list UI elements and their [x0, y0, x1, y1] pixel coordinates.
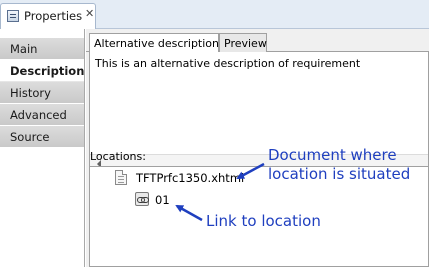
- description-tabs: Alternative description: Preview: [86, 32, 429, 54]
- properties-view-tab[interactable]: Properties ✕: [0, 3, 96, 30]
- sidebar-item-main[interactable]: Main: [0, 38, 84, 60]
- sidebar-item-label: Description: [10, 64, 85, 78]
- document-name: TFTPrfc1350.xhtml: [136, 171, 245, 185]
- document-icon: [115, 170, 127, 185]
- tab-label: Preview: [224, 37, 267, 50]
- sidebar-item-history[interactable]: History: [0, 82, 84, 104]
- tab-preview[interactable]: Preview: [219, 33, 267, 53]
- property-categories: Main Description History Advanced Source: [0, 29, 85, 267]
- sidebar-item-advanced[interactable]: Advanced: [0, 104, 84, 126]
- document-callout: Document where location is situated: [268, 146, 410, 184]
- document-callout-line2: location is situated: [268, 165, 411, 183]
- sidebar-item-label: Source: [10, 130, 50, 144]
- view-tab-bar: Properties ✕: [0, 0, 429, 30]
- locations-label: Locations:: [90, 150, 146, 163]
- description-text: This is an alternative description of re…: [95, 57, 361, 70]
- sidebar-item-label: Main: [10, 42, 38, 56]
- sidebar-item-description[interactable]: Description: [0, 60, 84, 82]
- sidebar-item-source[interactable]: Source: [0, 126, 84, 148]
- sidebar-item-label: History: [10, 86, 51, 100]
- sidebar-item-label: Advanced: [10, 108, 67, 122]
- link-callout: Link to location: [206, 212, 321, 230]
- link-name: 01: [155, 193, 170, 207]
- properties-icon: [7, 10, 19, 22]
- close-icon[interactable]: ✕: [85, 7, 94, 20]
- tab-label: Alternative description:: [94, 37, 223, 50]
- tab-alternative-description[interactable]: Alternative description:: [89, 33, 223, 54]
- view-tab-title: Properties: [24, 9, 83, 23]
- link-icon: [135, 192, 149, 206]
- document-callout-line1: Document where: [268, 146, 397, 164]
